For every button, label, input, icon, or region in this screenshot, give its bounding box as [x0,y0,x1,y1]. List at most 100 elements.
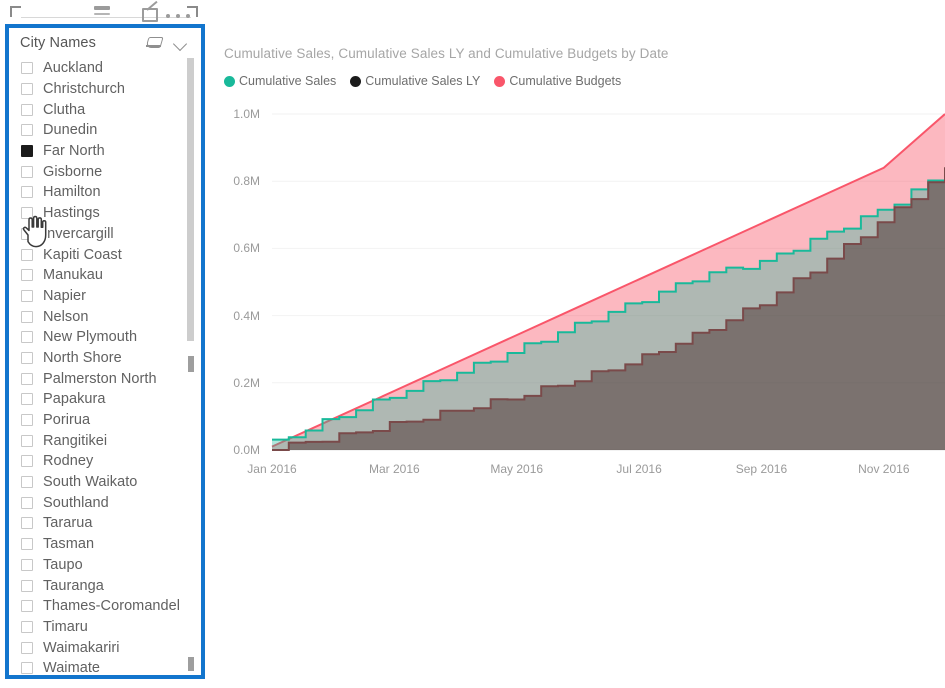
chart-legend: Cumulative Sales Cumulative Sales LY Cum… [224,74,621,88]
scrollbar-thumb-bottom[interactable] [188,657,194,671]
slicer-item[interactable]: Auckland [9,58,201,79]
slicer-item[interactable]: New Plymouth [9,327,201,348]
slicer-item[interactable]: Invercargill [9,224,201,245]
y-axis-tick-label: 0.2M [233,375,260,390]
checkbox-napier[interactable] [21,289,33,302]
slicer-item-label: Southland [43,494,109,511]
checkbox-hamilton[interactable] [21,186,33,199]
checkbox-porirua[interactable] [21,414,33,427]
checkbox-timaru[interactable] [21,620,33,633]
slicer-item[interactable]: South Waikato [9,472,201,493]
report-canvas: City Names Auckland Christchurch Clutha Dun… [0,0,945,688]
slicer-item-label: Dunedin [43,122,98,139]
slicer-item[interactable]: Napier [9,286,201,307]
focus-mode-icon[interactable] [142,8,158,22]
checkbox-hastings[interactable] [21,207,33,220]
slicer-item[interactable]: Tauranga [9,575,201,596]
slicer-item[interactable]: Southland [9,492,201,513]
checkbox-tararua[interactable] [21,517,33,530]
slicer-item[interactable]: Gisborne [9,161,201,182]
slicer-item-list[interactable]: Auckland Christchurch Clutha Dunedin Far Nor… [9,58,201,675]
checkbox-christchurch[interactable] [21,83,33,96]
slicer-item[interactable]: Rodney [9,451,201,472]
checkbox-new-plymouth[interactable] [21,331,33,344]
y-axis-tick-label: 0.8M [233,174,260,189]
checkbox-rodney[interactable] [21,455,33,468]
slicer-item[interactable]: Dunedin [9,120,201,141]
eraser-icon[interactable] [143,32,167,54]
checkbox-north-shore[interactable] [21,351,33,364]
slicer-item[interactable]: North Shore [9,348,201,369]
checkbox-thames-coromandel[interactable] [21,600,33,613]
slicer-item-label: South Waikato [43,474,138,491]
slicer-item-label: Tasman [43,536,95,553]
checkbox-clutha[interactable] [21,103,33,116]
checkbox-invercargill[interactable] [21,227,33,240]
slicer-item[interactable]: Waimakariri [9,637,201,658]
checkbox-tauranga[interactable] [21,579,33,592]
x-axis-tick-label: Jul 2016 [616,462,662,476]
checkbox-taupo[interactable] [21,558,33,571]
checkbox-waimate[interactable] [21,662,33,675]
slicer-item[interactable]: Manukau [9,265,201,286]
slicer-item[interactable]: Taupo [9,555,201,576]
slicer-item-label: Palmerston North [43,370,157,387]
slicer-scrollbar[interactable] [187,58,194,671]
slicer-item[interactable]: Palmerston North [9,368,201,389]
slicer-item-label: Tararua [43,515,93,532]
legend-label: Cumulative Sales LY [365,74,481,88]
checkbox-southland[interactable] [21,496,33,509]
legend-item-cumulative-sales-ly[interactable]: Cumulative Sales LY [350,74,480,88]
slicer-item-label: Porirua [43,412,91,429]
slicer-item[interactable]: Christchurch [9,79,201,100]
slicer-item[interactable]: Thames-Coromandel [9,596,201,617]
checkbox-kapiti-coast[interactable] [21,248,33,261]
checkbox-papakura[interactable] [21,393,33,406]
slicer-item-label: Tauranga [43,577,104,594]
scrollbar-thumb[interactable] [187,58,194,341]
legend-label: Cumulative Sales [239,74,337,88]
scrollbar-thumb-secondary[interactable] [188,356,194,372]
slicer-item[interactable]: Hastings [9,203,201,224]
y-axis-tick-label: 0.0M [233,443,260,457]
checkbox-manukau[interactable] [21,269,33,282]
checkbox-palmerston-north[interactable] [21,372,33,385]
y-axis-tick-label: 0.4M [233,308,260,323]
checkbox-far-north[interactable] [21,145,33,158]
slicer-item[interactable]: Kapiti Coast [9,244,201,265]
slicer-item[interactable]: Timaru [9,617,201,638]
checkbox-gisborne[interactable] [21,165,33,178]
legend-item-cumulative-sales[interactable]: Cumulative Sales [224,74,336,88]
legend-swatch-icon [494,75,506,87]
slicer-item[interactable]: Tararua [9,513,201,534]
slicer-item-label: Far North [43,143,105,160]
slicer-item[interactable]: Tasman [9,534,201,555]
slicer-item[interactable]: Rangitikei [9,430,201,451]
checkbox-waimakariri[interactable] [21,641,33,654]
checkbox-tasman[interactable] [21,538,33,551]
chevron-down-icon[interactable] [169,32,193,54]
checkbox-auckland[interactable] [21,62,33,75]
legend-swatch-icon [350,75,362,87]
cumulative-area-chart[interactable]: Cumulative Sales, Cumulative Sales LY an… [214,36,945,486]
slicer-item-label: Hamilton [43,184,101,201]
plot-area: 0.0M 0.2M 0.4M 0.6M 0.8M 1.0M Jan 2016 Mar 201… [214,100,945,486]
slicer-item[interactable]: Porirua [9,410,201,431]
slicer-item-label: Gisborne [43,163,103,180]
slicer-item[interactable]: Hamilton [9,182,201,203]
y-axis-tick-label: 0.6M [233,241,260,256]
slicer-item-label: Rangitikei [43,432,108,449]
more-options-icon[interactable] [166,13,190,19]
checkbox-south-waikato[interactable] [21,476,33,489]
slicer-item[interactable]: Nelson [9,306,201,327]
checkbox-dunedin[interactable] [21,124,33,137]
slicer-item[interactable]: Papakura [9,389,201,410]
slicer-item[interactable]: Waimate [9,658,201,675]
checkbox-rangitikei[interactable] [21,434,33,447]
slicer-item[interactable]: Clutha [9,99,201,120]
checkbox-nelson[interactable] [21,310,33,323]
slicer-item[interactable]: Far North [9,141,201,162]
legend-item-cumulative-budgets[interactable]: Cumulative Budgets [494,74,621,88]
filter-icon[interactable] [91,6,113,22]
city-names-slicer[interactable]: City Names Auckland Christchurch Clutha Dun… [5,24,205,679]
